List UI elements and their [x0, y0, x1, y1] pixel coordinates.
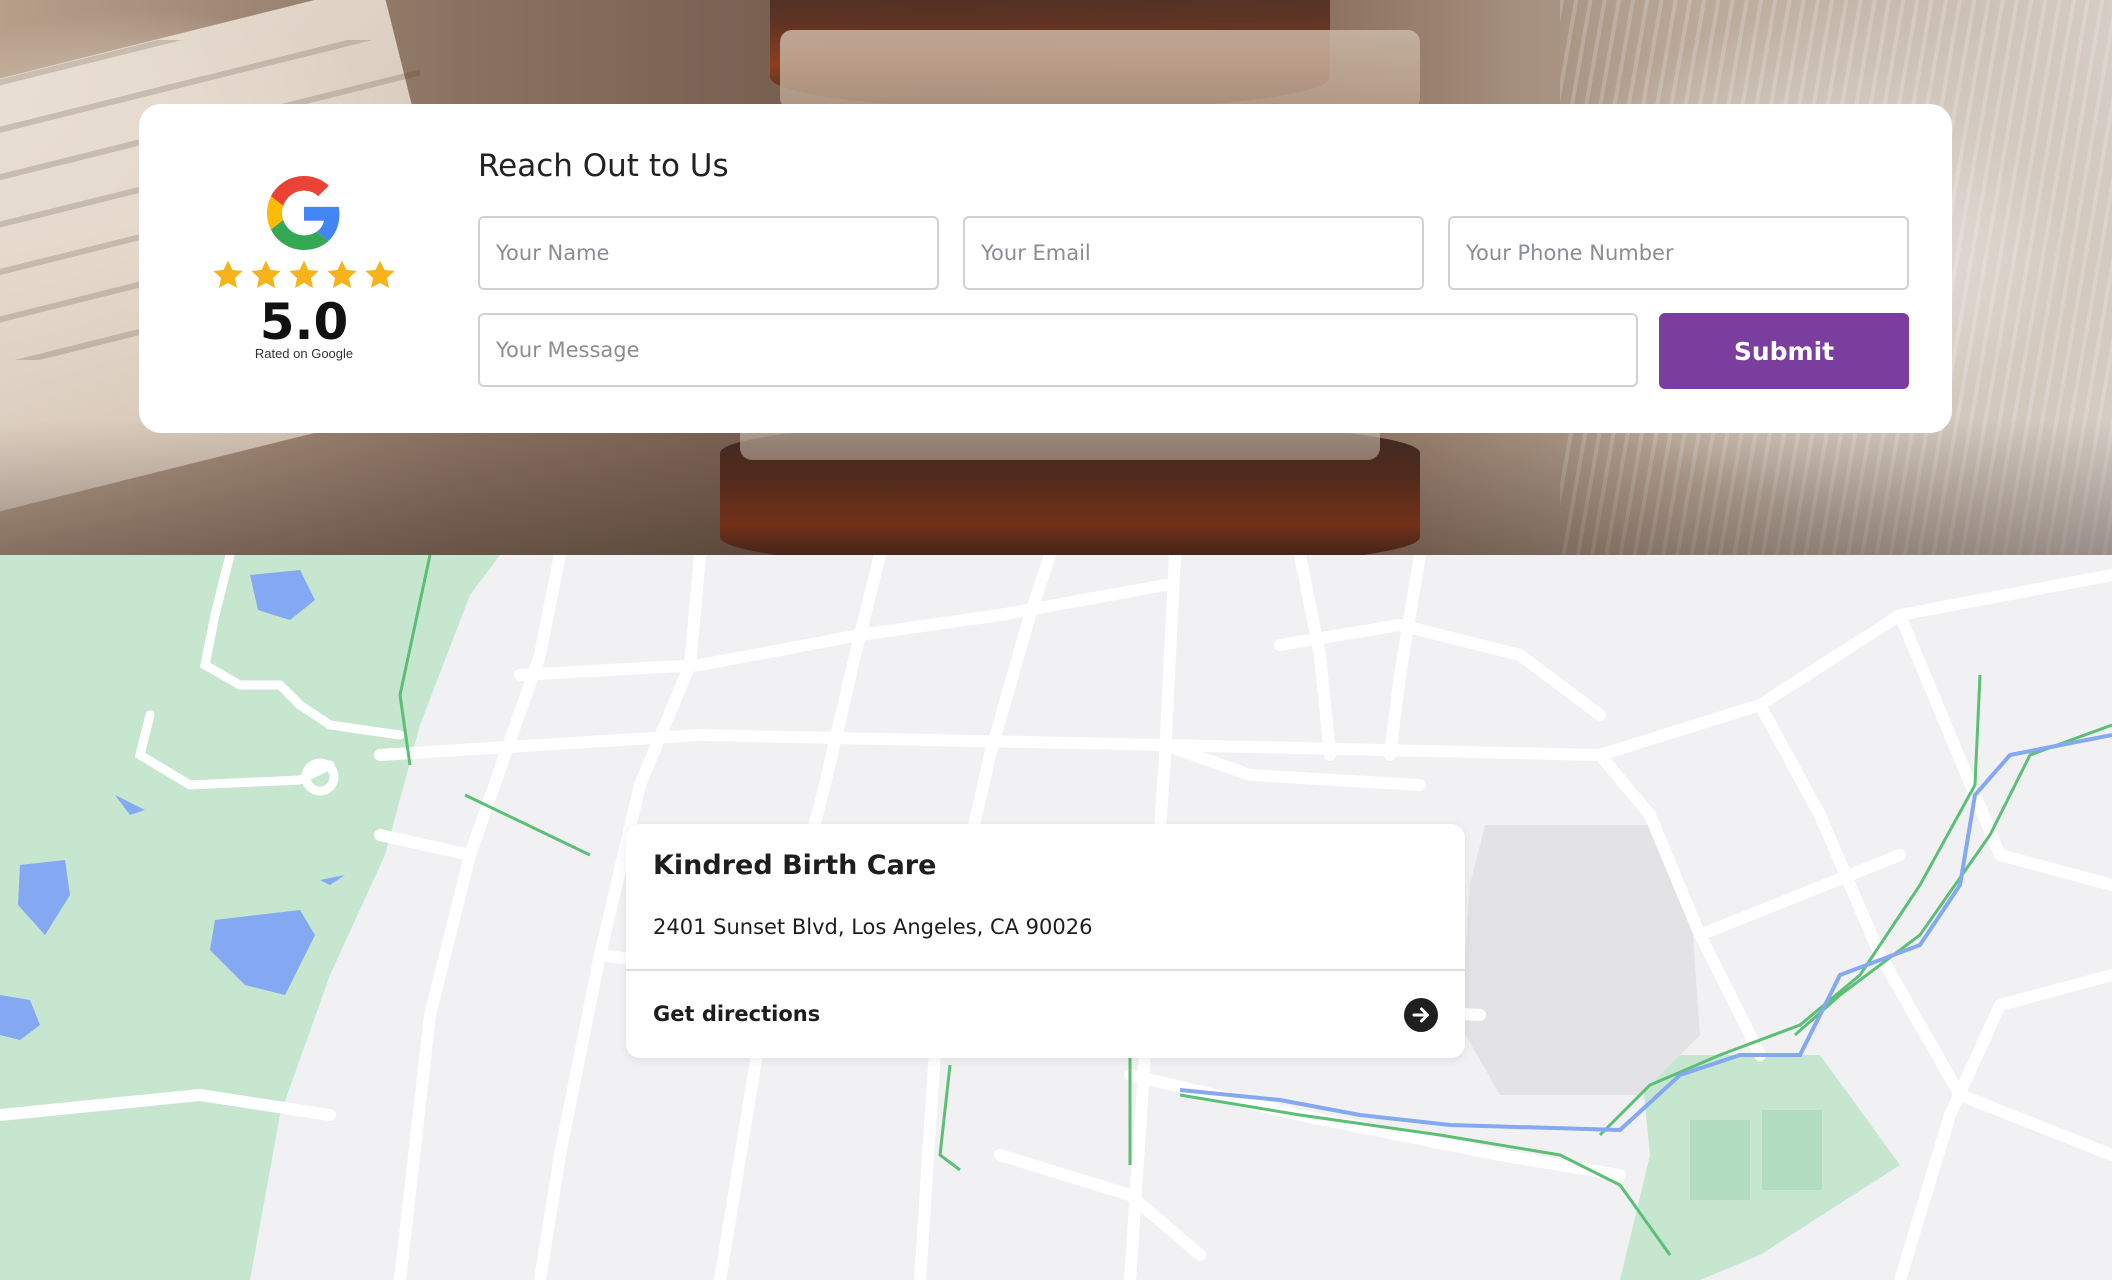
arrow-right-circle-icon[interactable] [1404, 998, 1438, 1032]
star-icon [251, 260, 281, 289]
email-field[interactable] [963, 216, 1424, 290]
star-icon [213, 260, 243, 289]
business-name: Kindred Birth Care [653, 850, 937, 881]
get-directions-link[interactable]: Get directions [626, 971, 1465, 1058]
phone-field[interactable] [1448, 216, 1909, 290]
google-g-icon [267, 176, 340, 250]
message-field[interactable] [478, 313, 1638, 387]
hero-jar-label [780, 30, 1420, 110]
star-icon [327, 260, 357, 289]
submit-button[interactable]: Submit [1659, 313, 1909, 389]
hero-shadow [0, 420, 2112, 555]
rating-stars [209, 258, 399, 292]
form-title: Reach Out to Us [478, 148, 729, 184]
rating-caption: Rated on Google [254, 346, 354, 361]
get-directions-label: Get directions [653, 1002, 821, 1026]
map-building-lot [1460, 825, 1700, 1095]
name-field[interactable] [478, 216, 939, 290]
location-info-card: Kindred Birth Care 2401 Sunset Blvd, Los… [626, 824, 1465, 1058]
business-address: 2401 Sunset Blvd, Los Angeles, CA 90026 [653, 915, 1093, 939]
star-icon [365, 260, 395, 289]
star-icon [289, 260, 319, 289]
map-field-1 [1690, 1120, 1750, 1200]
google-rating-badge: 5.0 Rated on Google [209, 176, 399, 376]
map-field-2 [1762, 1110, 1822, 1190]
contact-card: 5.0 Rated on Google Reach Out to Us Subm… [139, 104, 1952, 433]
rating-score: 5.0 [259, 293, 349, 351]
